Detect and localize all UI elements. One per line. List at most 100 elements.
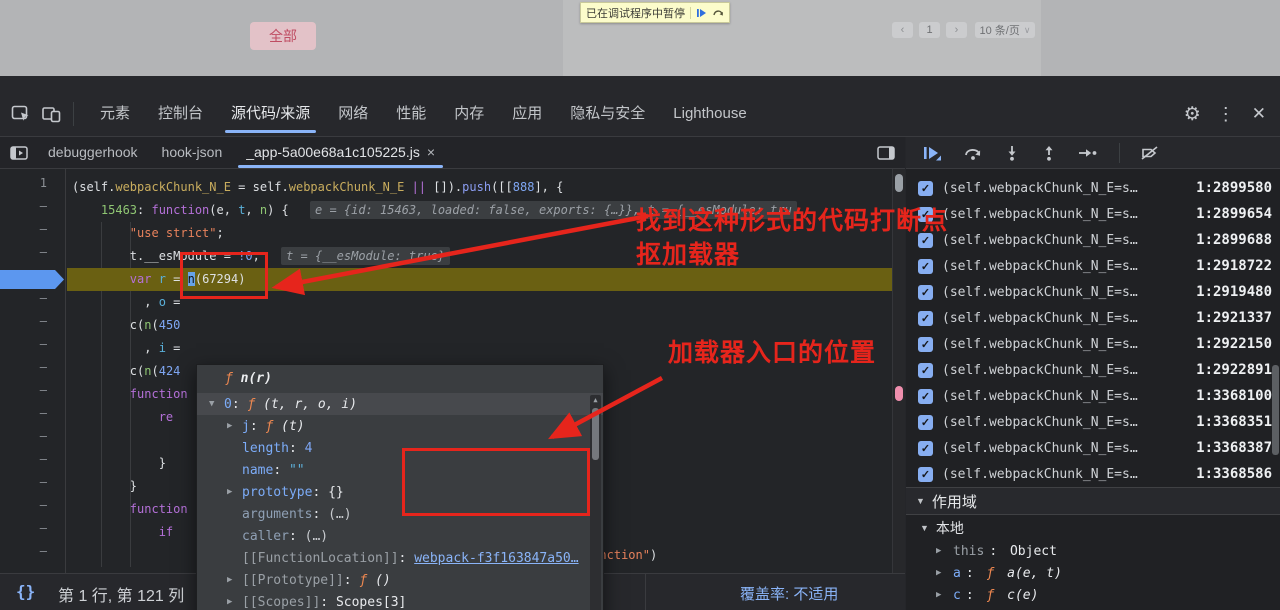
scope-var-c[interactable]: ▶c: ƒ c(e): [906, 584, 1280, 606]
breakpoint-checkbox[interactable]: ✓: [918, 441, 933, 456]
breakpoint-row-3[interactable]: ✓(self.webpackChunk_N_E=s…1:2899688: [906, 227, 1280, 253]
toast-resume-icon[interactable]: [696, 8, 707, 18]
main-tab-1[interactable]: 元素: [86, 92, 144, 136]
all-filter-button[interactable]: 全部: [250, 22, 316, 50]
gutter-line-2[interactable]: –: [0, 199, 65, 222]
cursor-position-text: 第 1 行, 第 121 列: [58, 582, 184, 606]
popup-property-0[interactable]: ▼0: ƒ (t, r, o, i): [197, 393, 603, 415]
gutter-line-5[interactable]: [0, 268, 65, 291]
main-tabs: 元素控制台源代码/来源网络性能内存应用隐私与安全Lighthouse: [86, 92, 761, 136]
breakpoint-checkbox[interactable]: ✓: [918, 337, 933, 352]
pagination-page-number[interactable]: 1: [919, 22, 940, 38]
gutter-line-13[interactable]: –: [0, 452, 65, 475]
breakpoint-row-7[interactable]: ✓(self.webpackChunk_N_E=s…1:2922150: [906, 331, 1280, 357]
code-line-1[interactable]: (self.webpackChunk_N_E = self.webpackChu…: [67, 176, 893, 199]
breakpoint-row-6[interactable]: ✓(self.webpackChunk_N_E=s…1:2921337: [906, 305, 1280, 331]
inspect-element-icon[interactable]: [11, 105, 31, 123]
sidebar-scrollbar-thumb[interactable]: [1272, 365, 1279, 455]
editor-gutter: 1–––––––––––––––: [0, 169, 66, 610]
gutter-line-9[interactable]: –: [0, 360, 65, 383]
breakpoint-row-10[interactable]: ✓(self.webpackChunk_N_E=s…1:3368351: [906, 409, 1280, 435]
more-options-icon[interactable]: ⋮: [1217, 104, 1236, 125]
popup-property-[[Scopes]][interactable]: ▶[[Scopes]]: Scopes[3]: [197, 591, 603, 610]
main-tab-9[interactable]: Lighthouse: [659, 92, 760, 136]
main-tab-8[interactable]: 隐私与安全: [556, 92, 659, 136]
page-background: 全部 已在调试程序中暂停 ‹ 1 › 10 条/页 ∨: [0, 0, 1280, 76]
breakpoint-checkbox[interactable]: ✓: [918, 181, 933, 196]
pagination-prev-button[interactable]: ‹: [892, 22, 913, 38]
step-over-icon[interactable]: [963, 145, 983, 161]
breakpoint-checkbox[interactable]: ✓: [918, 415, 933, 430]
file-tab-2[interactable]: hook-json: [150, 137, 235, 168]
settings-gear-icon[interactable]: ⚙: [1184, 103, 1201, 126]
breakpoint-row-4[interactable]: ✓(self.webpackChunk_N_E=s…1:2918722: [906, 253, 1280, 279]
main-tab-5[interactable]: 性能: [382, 92, 440, 136]
annotation-text-loader-entry: 加载器入口的位置: [668, 336, 876, 370]
breakpoint-row-8[interactable]: ✓(self.webpackChunk_N_E=s…1:2922891: [906, 357, 1280, 383]
step-icon[interactable]: [1078, 145, 1098, 161]
breakpoint-checkbox[interactable]: ✓: [918, 285, 933, 300]
debugger-panel-toggle-icon[interactable]: [877, 145, 895, 161]
scroll-up-arrow-icon[interactable]: ▲: [590, 396, 601, 404]
step-into-icon[interactable]: [1004, 145, 1020, 161]
main-tab-3[interactable]: 源代码/来源: [217, 92, 324, 136]
code-line-7[interactable]: c(n(450: [67, 314, 893, 337]
breakpoint-checkbox[interactable]: ✓: [918, 389, 933, 404]
breakpoint-row-9[interactable]: ✓(self.webpackChunk_N_E=s…1:3368100: [906, 383, 1280, 409]
main-tab-6[interactable]: 内存: [440, 92, 498, 136]
breakpoint-row-11[interactable]: ✓(self.webpackChunk_N_E=s…1:3368387: [906, 435, 1280, 461]
breakpoint-checkbox[interactable]: ✓: [918, 311, 933, 326]
coverage-status[interactable]: 覆盖率: 不适用: [740, 583, 838, 604]
gutter-line-7[interactable]: –: [0, 314, 65, 337]
execution-pointer-icon: [0, 270, 64, 289]
breakpoint-checkbox[interactable]: ✓: [918, 363, 933, 378]
pagination-next-button[interactable]: ›: [946, 22, 967, 38]
annotation-box-loader-call: [180, 252, 268, 299]
scope-local-header[interactable]: ▼ 本地: [906, 515, 1280, 540]
gutter-line-3[interactable]: –: [0, 222, 65, 245]
gutter-line-11[interactable]: –: [0, 406, 65, 429]
device-toolbar-icon[interactable]: [42, 106, 61, 123]
gutter-line-15[interactable]: –: [0, 498, 65, 521]
breakpoint-row-5[interactable]: ✓(self.webpackChunk_N_E=s…1:2919480: [906, 279, 1280, 305]
scope-var-this[interactable]: ▶this: Object: [906, 540, 1280, 562]
breakpoint-row-2[interactable]: ✓(self.webpackChunk_N_E=s…1:2899654: [906, 201, 1280, 227]
gutter-line-8[interactable]: –: [0, 337, 65, 360]
gutter-line-17[interactable]: –: [0, 544, 65, 567]
breakpoint-checkbox[interactable]: ✓: [918, 467, 933, 482]
gutter-line-4[interactable]: –: [0, 245, 65, 268]
gutter-line-16[interactable]: –: [0, 521, 65, 544]
popup-vertical-scrollbar[interactable]: ▲ ▼: [590, 395, 601, 610]
scrollbar-thumb[interactable]: [895, 174, 903, 192]
close-tab-icon[interactable]: ×: [427, 137, 435, 168]
popup-property-caller[interactable]: caller: (…): [197, 525, 603, 547]
breakpoint-row-1[interactable]: ✓(self.webpackChunk_N_E=s…1:2899580: [906, 175, 1280, 201]
gutter-line-6[interactable]: –: [0, 291, 65, 314]
popup-function-header: ƒ n(r): [197, 365, 603, 392]
file-tab-1[interactable]: debuggerhook: [36, 137, 150, 168]
scope-section-header[interactable]: ▼ 作用域: [906, 487, 1280, 515]
breakpoint-list: ✓(self.webpackChunk_N_E=s…1:2899580✓(sel…: [906, 169, 1280, 487]
resume-script-icon[interactable]: [922, 145, 942, 161]
popup-property-j[interactable]: ▶j: ƒ (t): [197, 415, 603, 437]
gutter-line-14[interactable]: –: [0, 475, 65, 498]
popup-property-[[FunctionLocation]][interactable]: [[FunctionLocation]]: webpack-f3f163847a…: [197, 547, 603, 569]
popup-property-[[Prototype]][interactable]: ▶[[Prototype]]: ƒ (): [197, 569, 603, 591]
main-tab-2[interactable]: 控制台: [144, 92, 217, 136]
gutter-line-10[interactable]: –: [0, 383, 65, 406]
close-devtools-icon[interactable]: ✕: [1252, 104, 1266, 124]
scrollbar-thumb[interactable]: [592, 408, 599, 460]
file-tab-3[interactable]: _app-5a00e68a1c105225.js×: [234, 137, 447, 168]
main-tab-4[interactable]: 网络: [324, 92, 382, 136]
pagination-page-size-select[interactable]: 10 条/页 ∨: [975, 22, 1035, 38]
toast-step-over-icon[interactable]: [712, 8, 724, 18]
step-out-icon[interactable]: [1041, 145, 1057, 161]
pretty-print-icon[interactable]: {}: [16, 582, 35, 601]
gutter-line-1[interactable]: 1: [0, 176, 65, 199]
navigator-toggle-icon[interactable]: [10, 145, 28, 161]
gutter-line-12[interactable]: –: [0, 429, 65, 452]
deactivate-breakpoints-icon[interactable]: [1141, 145, 1158, 161]
main-tab-7[interactable]: 应用: [498, 92, 556, 136]
breakpoint-row-12[interactable]: ✓(self.webpackChunk_N_E=s…1:3368586: [906, 461, 1280, 487]
scope-var-a[interactable]: ▶a: ƒ a(e, t): [906, 562, 1280, 584]
